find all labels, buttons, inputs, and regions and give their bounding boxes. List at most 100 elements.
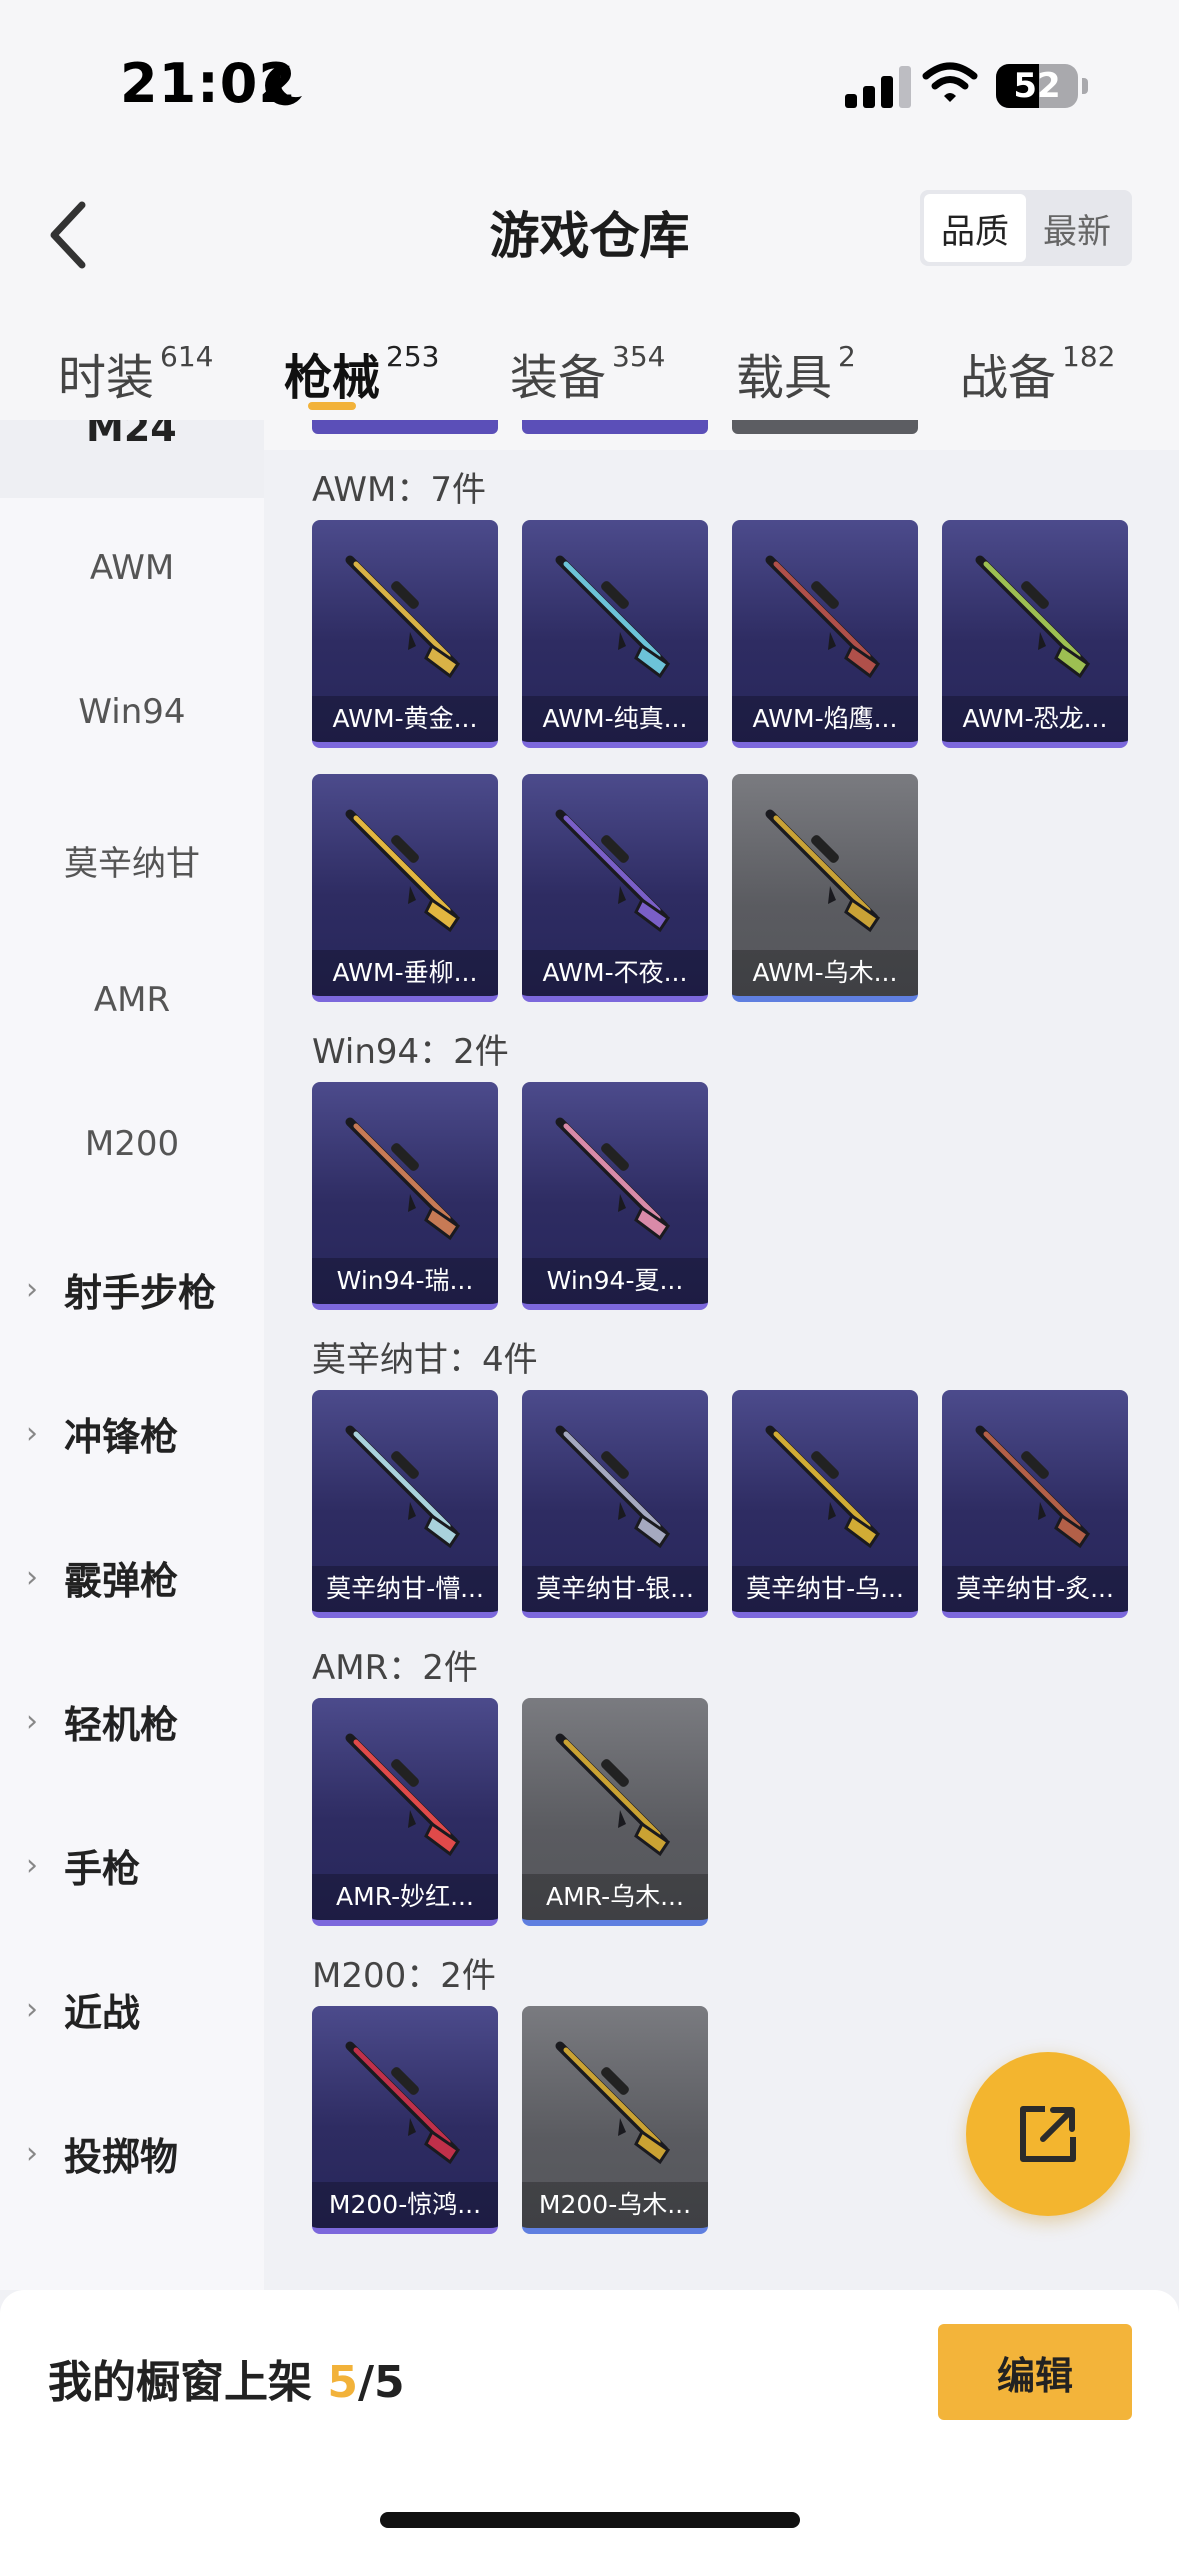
sidebar-category-dmr[interactable]: › 射手步枪: [26, 1262, 216, 1317]
edit-button[interactable]: 编辑: [938, 2324, 1132, 2420]
sidebar-category-label: 冲锋枪: [64, 1415, 179, 1459]
chevron-right-icon: ›: [26, 1704, 38, 1739]
sidebar-item-m24[interactable]: M24: [0, 420, 264, 498]
showcase-status: 我的橱窗上架 5/5: [48, 2346, 405, 2410]
sidebar-category-smg[interactable]: › 冲锋枪: [26, 1406, 178, 1461]
sidebar-item-awm[interactable]: AWM: [0, 548, 264, 588]
rifle-icon: [765, 809, 881, 933]
tab-vehicles[interactable]: 载具 2: [736, 338, 856, 408]
weapon-name: AMR-乌木...: [522, 1874, 708, 1920]
sidebar-item-label: M24: [86, 420, 177, 450]
weapon-card[interactable]: AMR-妙红...: [312, 1698, 498, 1926]
weapon-card[interactable]: 莫辛纳甘-乌...: [732, 1390, 918, 1618]
section-title: 莫辛纳甘：4件: [312, 1340, 538, 1380]
nav-header: 游戏仓库 品质 最新 时装 614 枪械 253 装备 354 载具 2 战备 …: [0, 160, 1179, 450]
showcase-label: 我的橱窗上架: [48, 2357, 312, 2408]
tab-fashion[interactable]: 时装 614: [58, 338, 213, 408]
weapon-card[interactable]: AWM-黄金...: [312, 520, 498, 748]
rifle-icon: [975, 555, 1091, 679]
sidebar-category-melee[interactable]: › 近战: [26, 1982, 140, 2037]
rifle-icon: [555, 2041, 671, 2165]
showcase-total-count: /5: [357, 2357, 405, 2408]
battery-icon: 52: [996, 64, 1078, 108]
weapon-card[interactable]: M200-惊鸿...: [312, 2006, 498, 2234]
status-bar: 21:02 52: [0, 0, 1179, 160]
tab-guns[interactable]: 枪械 253: [284, 338, 439, 408]
weapon-card[interactable]: Win94-瑞...: [312, 1082, 498, 1310]
section-title: AWM：7件: [312, 470, 486, 510]
chevron-right-icon: ›: [26, 1848, 38, 1883]
weapon-name: 莫辛纳甘-懵...: [312, 1566, 498, 1612]
chevron-right-icon: ›: [26, 1560, 38, 1595]
weapon-card[interactable]: AWM-恐龙...: [942, 520, 1128, 748]
share-button[interactable]: [966, 2052, 1130, 2216]
weapon-name: AWM-焰鹰...: [732, 696, 918, 742]
weapon-name: Win94-瑞...: [312, 1258, 498, 1304]
sidebar-category-shotgun[interactable]: › 霰弹枪: [26, 1550, 178, 1605]
sort-option-quality[interactable]: 品质: [924, 194, 1026, 262]
rifle-icon: [765, 555, 881, 679]
tab-label: 载具: [736, 350, 833, 406]
weapon-card[interactable]: AWM-焰鹰...: [732, 520, 918, 748]
weapon-name: AMR-妙红...: [312, 1874, 498, 1920]
rifle-icon: [345, 555, 461, 679]
sort-option-newest[interactable]: 最新: [1026, 194, 1128, 262]
sort-toggle: 品质 最新: [920, 190, 1132, 266]
home-indicator[interactable]: [380, 2512, 800, 2528]
rifle-icon: [345, 1425, 461, 1549]
rifle-icon: [345, 1117, 461, 1241]
weapon-card[interactable]: 莫辛纳甘-炙...: [942, 1390, 1128, 1618]
sidebar-item-amr[interactable]: AMR: [0, 980, 264, 1020]
tab-count: 182: [1062, 340, 1116, 373]
weapon-card[interactable]: AWM-乌木...: [732, 774, 918, 1002]
weapon-name: 莫辛纳甘-乌...: [732, 1566, 918, 1612]
tab-equipment[interactable]: 装备 354: [510, 338, 665, 408]
cellular-signal-icon: [845, 64, 911, 108]
tab-count: 253: [386, 340, 440, 373]
sidebar-category-throwable[interactable]: › 投掷物: [26, 2126, 178, 2181]
card-stub: [522, 420, 708, 434]
rifle-icon: [555, 1733, 671, 1857]
sidebar-item-m200[interactable]: M200: [0, 1124, 264, 1164]
rifle-icon: [555, 1425, 671, 1549]
card-stub: [732, 420, 918, 434]
weapon-name: M200-惊鸿...: [312, 2182, 498, 2228]
weapon-card[interactable]: 莫辛纳甘-银...: [522, 1390, 708, 1618]
sidebar-category-label: 近战: [64, 1991, 141, 2035]
tab-count: 614: [160, 340, 214, 373]
weapon-card[interactable]: AWM-纯真...: [522, 520, 708, 748]
weapon-card[interactable]: AWM-不夜...: [522, 774, 708, 1002]
chevron-right-icon: ›: [26, 1416, 38, 1451]
showcase-current-count: 5: [327, 2357, 358, 2408]
tab-label: 战备: [960, 350, 1057, 406]
weapon-card[interactable]: AWM-垂柳...: [312, 774, 498, 1002]
sidebar-category-pistol[interactable]: › 手枪: [26, 1838, 140, 1893]
active-tab-indicator: [308, 402, 356, 410]
rifle-icon: [975, 1425, 1091, 1549]
sidebar-item-win94[interactable]: Win94: [0, 692, 264, 732]
tab-count: 354: [612, 340, 666, 373]
weapon-name: AWM-恐龙...: [942, 696, 1128, 742]
moon-icon: [265, 65, 302, 106]
weapon-card[interactable]: AMR-乌木...: [522, 1698, 708, 1926]
section-title: AMR：2件: [312, 1648, 478, 1688]
weapon-name: AWM-乌木...: [732, 950, 918, 996]
sidebar-category-label: 射手步枪: [64, 1271, 217, 1315]
weapon-card[interactable]: Win94-夏...: [522, 1082, 708, 1310]
sidebar-category-lmg[interactable]: › 轻机枪: [26, 1694, 178, 1749]
battery-tip: [1082, 78, 1088, 94]
wifi-icon: [922, 62, 978, 102]
weapon-card[interactable]: 莫辛纳甘-懵...: [312, 1390, 498, 1618]
card-stub: [312, 420, 498, 434]
item-grid: AWM：7件 AWM-黄金... AWM-纯真... AWM-焰鹰... AWM-恐龙.…: [264, 420, 1179, 2290]
sidebar-category-label: 手枪: [64, 1847, 141, 1891]
weapon-name: AWM-黄金...: [312, 696, 498, 742]
weapon-name: AWM-不夜...: [522, 950, 708, 996]
tab-label: 装备: [510, 350, 607, 406]
battery-percent: 52: [1013, 66, 1061, 106]
weapon-card[interactable]: M200-乌木...: [522, 2006, 708, 2234]
sidebar-item-mosin[interactable]: 莫辛纳甘: [0, 836, 264, 885]
rifle-icon: [765, 1425, 881, 1549]
tab-combat-supplies[interactable]: 战备 182: [960, 338, 1115, 408]
chevron-right-icon: ›: [26, 2136, 38, 2171]
